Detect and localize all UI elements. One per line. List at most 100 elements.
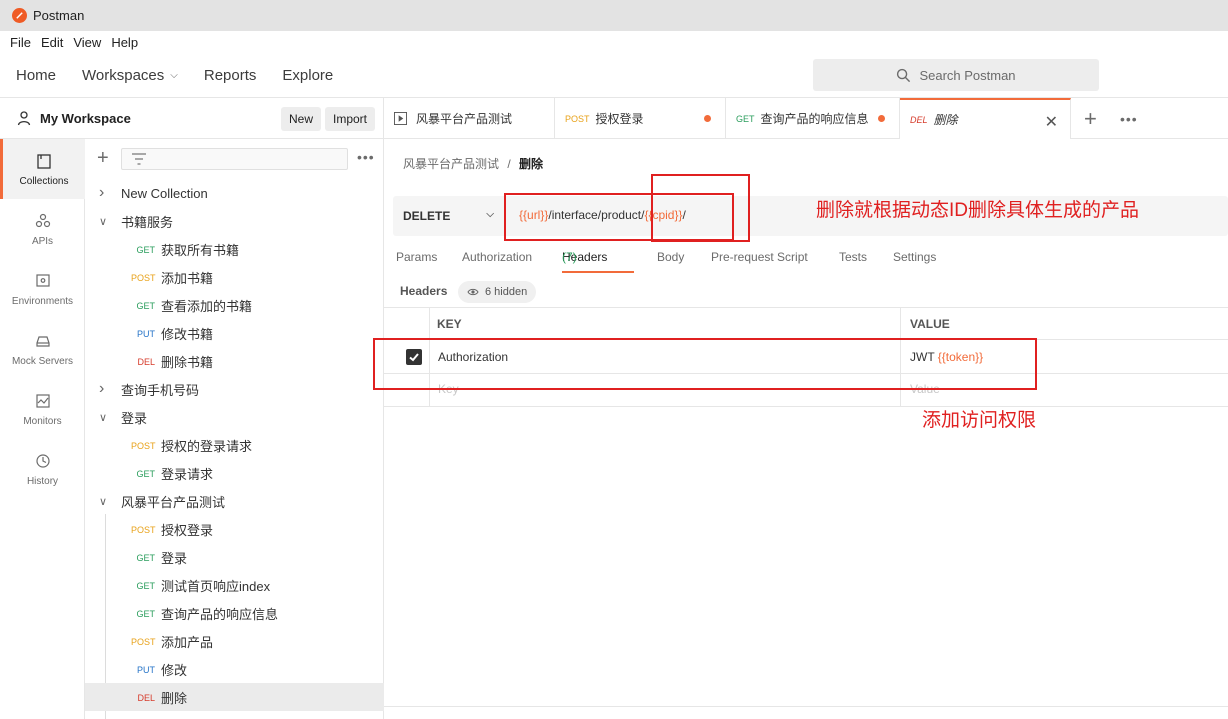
unsaved-dot-icon bbox=[704, 115, 711, 122]
collections-icon bbox=[37, 153, 51, 169]
tab-request-active[interactable]: DEL 删除 ✕ bbox=[900, 98, 1071, 139]
eye-icon bbox=[467, 288, 479, 296]
folder-name: 登录 bbox=[121, 410, 148, 426]
history-icon bbox=[35, 453, 50, 468]
user-icon bbox=[17, 111, 31, 126]
tree-request[interactable]: GET 获取所有书籍 bbox=[85, 235, 384, 263]
tree-request[interactable]: POST 授权的登录请求 bbox=[85, 431, 384, 459]
tree-request[interactable]: POST 添加产品 bbox=[85, 627, 384, 655]
filter-input[interactable] bbox=[121, 148, 348, 170]
tab-settings[interactable]: Settings bbox=[893, 250, 936, 264]
request-name: 修改书籍 bbox=[161, 326, 214, 342]
tree-folder[interactable]: › New Collection bbox=[85, 179, 384, 207]
tab-body[interactable]: Body bbox=[657, 250, 684, 264]
headers-title: Headers bbox=[400, 284, 448, 298]
method-badge: GET bbox=[136, 609, 155, 619]
search-icon bbox=[897, 68, 911, 82]
chevron-down-icon: ∨ bbox=[99, 215, 108, 228]
add-collection-icon[interactable]: + bbox=[97, 148, 109, 168]
chevron-down-icon: ⌵ bbox=[486, 209, 494, 220]
breadcrumb-current[interactable]: 删除 bbox=[519, 157, 543, 171]
method-badge: POST bbox=[131, 637, 156, 647]
rail-collections[interactable]: Collections bbox=[0, 139, 85, 199]
method-badge: PUT bbox=[137, 329, 155, 339]
chevron-down-icon: ⌵ bbox=[170, 69, 178, 81]
tab-prerequest[interactable]: Pre-request Script bbox=[711, 250, 808, 264]
tree-folder[interactable]: ∨ 风暴平台产品测试 bbox=[85, 487, 384, 515]
more-icon[interactable]: ••• bbox=[1120, 111, 1138, 127]
tab-tests[interactable]: Tests bbox=[839, 250, 867, 264]
environments-icon bbox=[35, 273, 50, 287]
rail-monitors[interactable]: Monitors bbox=[0, 379, 85, 439]
nav-reports[interactable]: Reports bbox=[204, 67, 257, 84]
tab-authorization[interactable]: Authorization bbox=[462, 250, 532, 264]
annotation-note-delete: 删除就根据动态ID删除具体生成的产品 bbox=[816, 200, 1140, 221]
close-icon[interactable]: ✕ bbox=[1045, 112, 1058, 132]
rail-apis[interactable]: APIs bbox=[0, 199, 85, 259]
rail-history[interactable]: History bbox=[0, 439, 85, 499]
breadcrumb-parent[interactable]: 风暴平台产品测试 bbox=[403, 157, 499, 171]
request-name: 删除书籍 bbox=[161, 354, 214, 370]
tree-request[interactable]: DEL 删除书籍 bbox=[85, 347, 384, 375]
chevron-down-icon: ∨ bbox=[99, 495, 108, 508]
add-tab-icon[interactable]: + bbox=[1084, 106, 1097, 132]
request-name: 添加书籍 bbox=[161, 270, 214, 286]
method-badge: POST bbox=[131, 525, 156, 535]
folder-name: New Collection bbox=[121, 185, 208, 201]
hidden-headers-toggle[interactable]: 6 hidden bbox=[458, 281, 537, 303]
tab-collection[interactable]: 风暴平台产品测试 bbox=[384, 98, 555, 139]
folder-name: 书籍服务 bbox=[121, 214, 174, 230]
tree-request[interactable]: DEL 删除 bbox=[85, 683, 384, 711]
chevron-right-icon: › bbox=[99, 380, 105, 397]
menu-help[interactable]: Help bbox=[111, 35, 138, 50]
menu-edit[interactable]: Edit bbox=[41, 35, 63, 50]
rail-environments[interactable]: Environments bbox=[0, 259, 85, 319]
tab-params[interactable]: Params bbox=[396, 250, 437, 264]
tree-folder[interactable]: ∨ 登录 bbox=[85, 403, 384, 431]
nav-home[interactable]: Home bbox=[16, 67, 56, 84]
annotation-box-header bbox=[373, 338, 1037, 390]
tab-request[interactable]: POST 授权登录 bbox=[555, 98, 726, 139]
tree-request[interactable]: PUT 修改书籍 bbox=[85, 319, 384, 347]
request-name: 删除 bbox=[161, 690, 188, 706]
tree-request[interactable]: GET 查看添加的书籍 bbox=[85, 291, 384, 319]
new-button[interactable]: New bbox=[281, 107, 322, 131]
filter-icon bbox=[132, 153, 146, 165]
tree-request[interactable]: GET 登录 bbox=[85, 543, 384, 571]
tree-folder[interactable]: › 查询手机号码 bbox=[85, 375, 384, 403]
chevron-down-icon: ∨ bbox=[99, 411, 108, 424]
tree-request[interactable]: GET 登录请求 bbox=[85, 459, 384, 487]
nav-workspaces[interactable]: Workspaces ⌵ bbox=[82, 67, 178, 84]
title-bar: Postman bbox=[0, 0, 1228, 31]
method-badge: DEL bbox=[137, 693, 155, 703]
tree-folder[interactable]: ∨ 书籍服务 bbox=[85, 207, 384, 235]
divider bbox=[384, 406, 1228, 407]
method-badge: PUT bbox=[137, 665, 155, 675]
column-header-key: KEY bbox=[437, 317, 462, 331]
menu-view[interactable]: View bbox=[73, 35, 101, 50]
top-nav: Home Workspaces ⌵ Reports Explore Search … bbox=[0, 53, 1228, 97]
tree-request[interactable]: POST 授权登录 bbox=[85, 515, 384, 543]
more-icon[interactable]: ••• bbox=[357, 149, 375, 165]
tree-request[interactable]: GET 测试首页响应index bbox=[85, 571, 384, 599]
rail-mock-servers[interactable]: Mock Servers bbox=[0, 319, 85, 379]
tree-request[interactable]: GET 查询产品的响应信息 bbox=[85, 599, 384, 627]
breadcrumb: 风暴平台产品测试 / 删除 bbox=[403, 157, 544, 171]
menu-file[interactable]: File bbox=[10, 35, 31, 50]
request-name: 查询产品的响应信息 bbox=[161, 606, 279, 622]
method-select[interactable]: DELETE ⌵ bbox=[393, 196, 505, 236]
method-badge: GET bbox=[136, 469, 155, 479]
request-name: 测试首页响应index bbox=[161, 578, 271, 594]
method-badge: GET bbox=[136, 581, 155, 591]
workspace-name: My Workspace bbox=[40, 110, 131, 126]
import-button[interactable]: Import bbox=[325, 107, 376, 131]
request-name: 查看添加的书籍 bbox=[161, 298, 253, 314]
search-input[interactable]: Search Postman bbox=[813, 59, 1099, 91]
tree-request[interactable]: PUT 修改 bbox=[85, 655, 384, 683]
apis-icon bbox=[35, 213, 50, 227]
tree-request[interactable]: POST 添加书籍 bbox=[85, 263, 384, 291]
method-badge: GET bbox=[136, 245, 155, 255]
nav-explore[interactable]: Explore bbox=[282, 67, 333, 84]
tab-request[interactable]: GET 查询产品的响应信息 bbox=[726, 98, 900, 139]
request-name: 添加产品 bbox=[161, 634, 214, 650]
